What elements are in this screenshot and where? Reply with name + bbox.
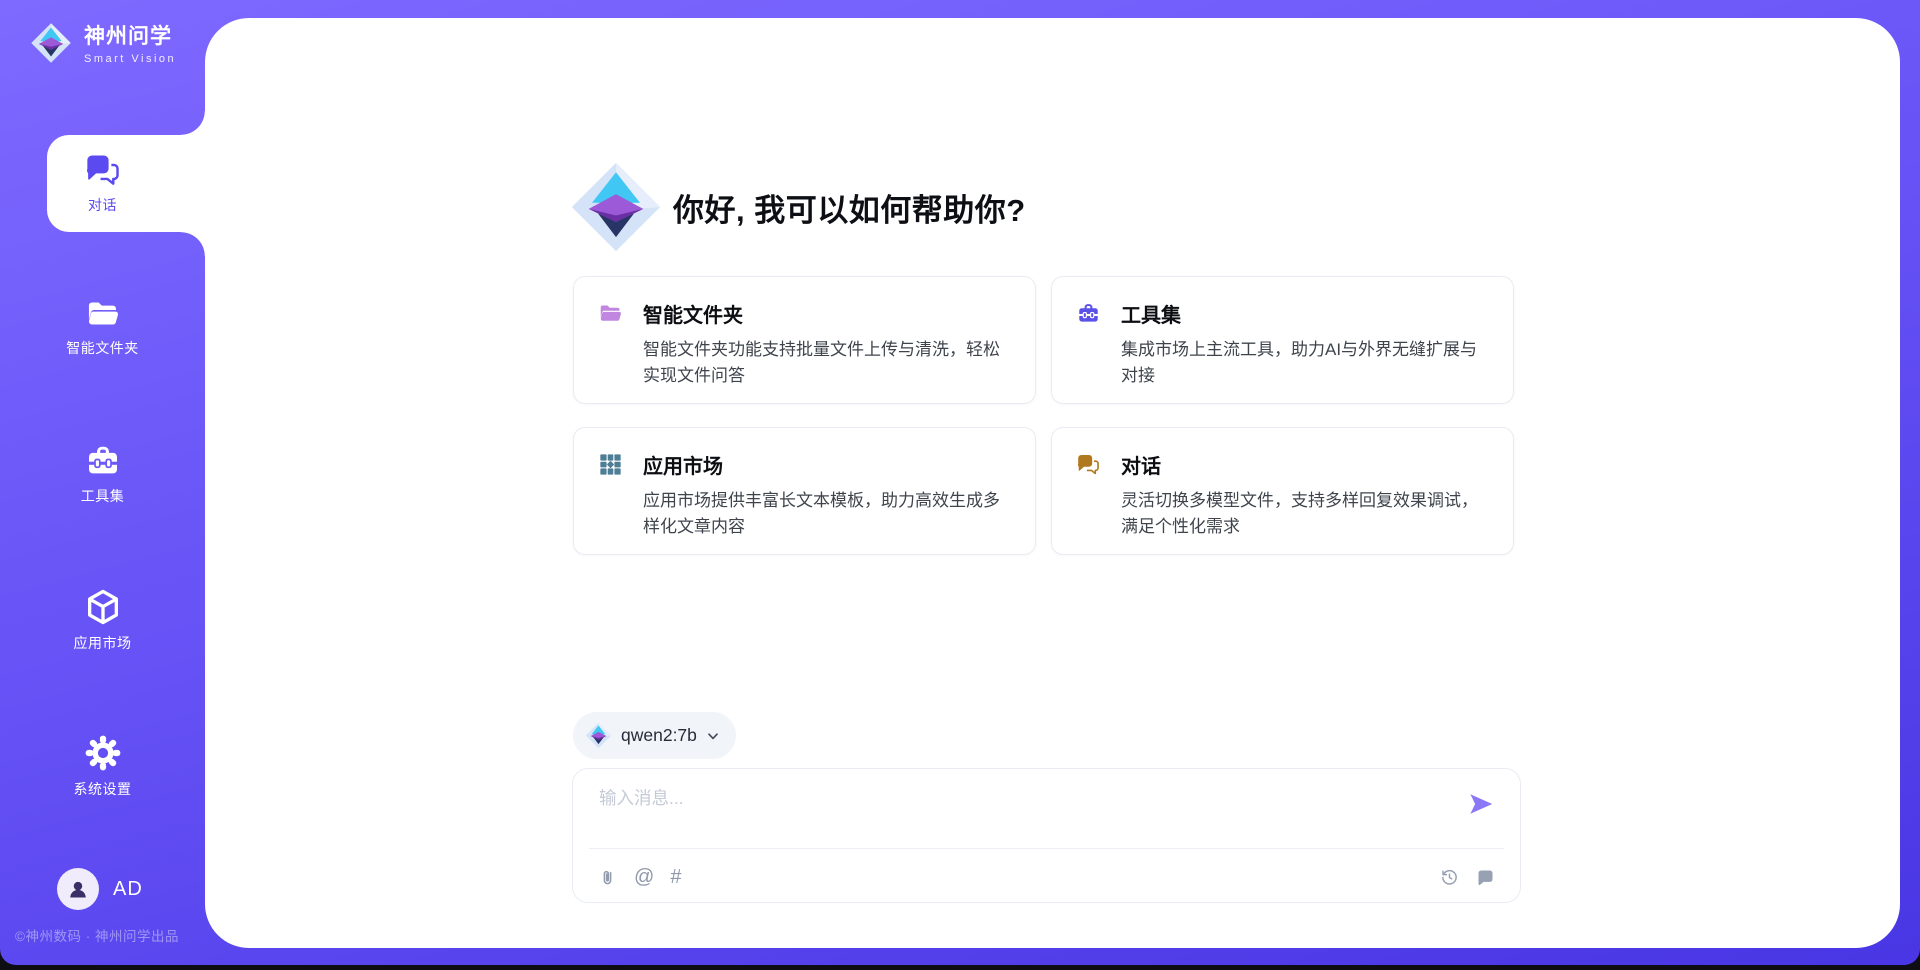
model-logo-icon — [585, 722, 612, 749]
sidebar-item-label: 智能文件夹 — [0, 338, 205, 358]
model-selector[interactable]: qwen2:7b — [573, 712, 736, 759]
hash-icon: # — [670, 867, 681, 887]
mention-button[interactable]: @ — [634, 867, 654, 887]
user-account[interactable]: AD — [57, 868, 143, 910]
card-smart-folder[interactable]: 智能文件夹 智能文件夹功能支持批量文件上传与清洗，轻松实现文件问答 — [573, 276, 1036, 404]
brand-logo-icon — [30, 22, 72, 64]
toolbar-right-group — [1439, 867, 1496, 888]
history-button[interactable] — [1439, 867, 1460, 888]
sidebar-item-label: 工具集 — [0, 486, 205, 506]
gear-icon — [83, 733, 123, 773]
card-title: 工具集 — [1121, 299, 1181, 328]
model-name: qwen2:7b — [621, 725, 697, 746]
card-title: 智能文件夹 — [643, 299, 743, 328]
toolbox-icon — [84, 442, 122, 480]
sidebar-item-chat[interactable]: 对话 — [0, 151, 205, 215]
sidebar-item-smart-folder[interactable]: 智能文件夹 — [0, 296, 205, 358]
card-toolset[interactable]: 工具集 集成市场上主流工具，助力AI与外界无缝扩展与对接 — [1051, 276, 1514, 404]
chat-icon — [84, 151, 122, 189]
person-icon — [65, 876, 91, 902]
copyright-footer: ©神州数码 · 神州问学出品 — [15, 925, 215, 945]
card-title: 应用市场 — [643, 450, 723, 479]
send-button[interactable] — [1466, 789, 1496, 819]
at-icon: @ — [634, 867, 654, 887]
folder-icon — [598, 301, 623, 326]
card-description: 智能文件夹功能支持批量文件上传与清洗，轻松实现文件问答 — [643, 337, 1011, 388]
folder-icon — [85, 296, 121, 332]
message-composer: @ # — [572, 768, 1521, 903]
card-chat[interactable]: 对话 灵活切换多模型文件，支持多样回复效果调试，满足个性化需求 — [1051, 427, 1514, 555]
composer-divider — [589, 848, 1504, 849]
card-description: 集成市场上主流工具，助力AI与外界无缝扩展与对接 — [1121, 337, 1489, 388]
composer-toolbar: @ # — [597, 860, 1496, 894]
sidebar-item-settings[interactable]: 系统设置 — [0, 733, 205, 799]
main-panel: 你好, 我可以如何帮助你? 智能文件夹 智能文件夹功能支持批量文件上传与清洗，轻… — [205, 18, 1900, 948]
sidebar-item-label: 应用市场 — [0, 633, 205, 653]
user-name: AD — [113, 878, 143, 901]
card-description: 应用市场提供丰富长文本模板，助力高效生成多样化文章内容 — [643, 488, 1011, 539]
send-icon — [1466, 789, 1496, 819]
greeting: 你好, 我可以如何帮助你? — [569, 160, 1026, 254]
chat-icon — [1076, 452, 1101, 477]
avatar — [57, 868, 99, 910]
card-description: 灵活切换多模型文件，支持多样回复效果调试，满足个性化需求 — [1121, 488, 1489, 539]
cube-icon — [83, 587, 123, 627]
card-app-market[interactable]: 应用市场 应用市场提供丰富长文本模板，助力高效生成多样化文章内容 — [573, 427, 1036, 555]
toolbox-icon — [1076, 301, 1101, 326]
message-input[interactable] — [599, 785, 1409, 837]
sidebar-item-toolset[interactable]: 工具集 — [0, 442, 205, 506]
sidebar-item-label: 系统设置 — [0, 779, 205, 799]
brand: 神州问学 Smart Vision — [30, 20, 176, 65]
app-logo-icon — [569, 160, 663, 254]
app-window: 神州问学 Smart Vision 对话 智能文件夹 工具集 — [0, 0, 1920, 965]
feature-cards: 智能文件夹 智能文件夹功能支持批量文件上传与清洗，轻松实现文件问答 工具集 集成… — [573, 276, 1520, 555]
brand-name: 神州问学 — [84, 20, 176, 50]
hashtag-button[interactable]: # — [670, 867, 681, 887]
chevron-down-icon — [706, 729, 720, 743]
brand-subtitle: Smart Vision — [84, 53, 176, 65]
sidebar-item-label: 对话 — [0, 195, 205, 215]
paperclip-icon — [597, 867, 618, 888]
chat-bubble-icon — [1475, 867, 1496, 888]
grid-icon — [598, 452, 623, 477]
chat-bubble-button[interactable] — [1475, 867, 1496, 888]
attach-file-button[interactable] — [597, 867, 618, 888]
greeting-title: 你好, 我可以如何帮助你? — [673, 185, 1026, 230]
history-icon — [1439, 867, 1460, 888]
sidebar-item-app-market[interactable]: 应用市场 — [0, 587, 205, 653]
card-title: 对话 — [1121, 450, 1161, 479]
